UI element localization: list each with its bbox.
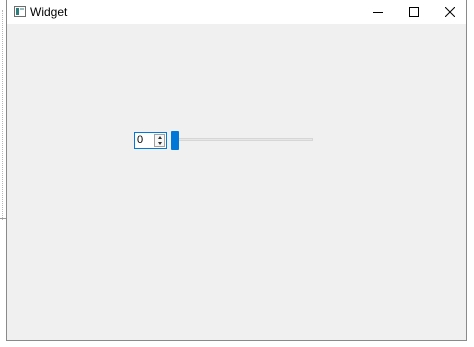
title-bar[interactable]: Widget: [7, 0, 466, 24]
close-button[interactable]: [432, 0, 468, 24]
slider-handle[interactable]: [171, 131, 179, 150]
maximize-button[interactable]: [396, 0, 432, 24]
window-client-area: 0: [7, 24, 466, 340]
minimize-icon: [373, 12, 383, 13]
app-window-icon[interactable]: [14, 6, 26, 17]
window-title: Widget: [30, 5, 68, 19]
spinbox-value[interactable]: 0: [137, 133, 143, 148]
desktop-dotted-edge: [2, 10, 4, 220]
close-icon: [445, 7, 455, 17]
minimize-button[interactable]: [360, 0, 396, 24]
slider-groove[interactable]: [171, 138, 313, 141]
spinbox-buttons: [154, 134, 165, 147]
spinbox-down-button[interactable]: [155, 141, 164, 147]
value-spinbox[interactable]: 0: [134, 132, 167, 149]
value-slider[interactable]: [171, 130, 313, 150]
application-window: Widget 0: [6, 0, 467, 341]
maximize-icon: [409, 7, 419, 17]
chevron-up-icon: [157, 136, 162, 140]
chevron-down-icon: [157, 141, 162, 145]
